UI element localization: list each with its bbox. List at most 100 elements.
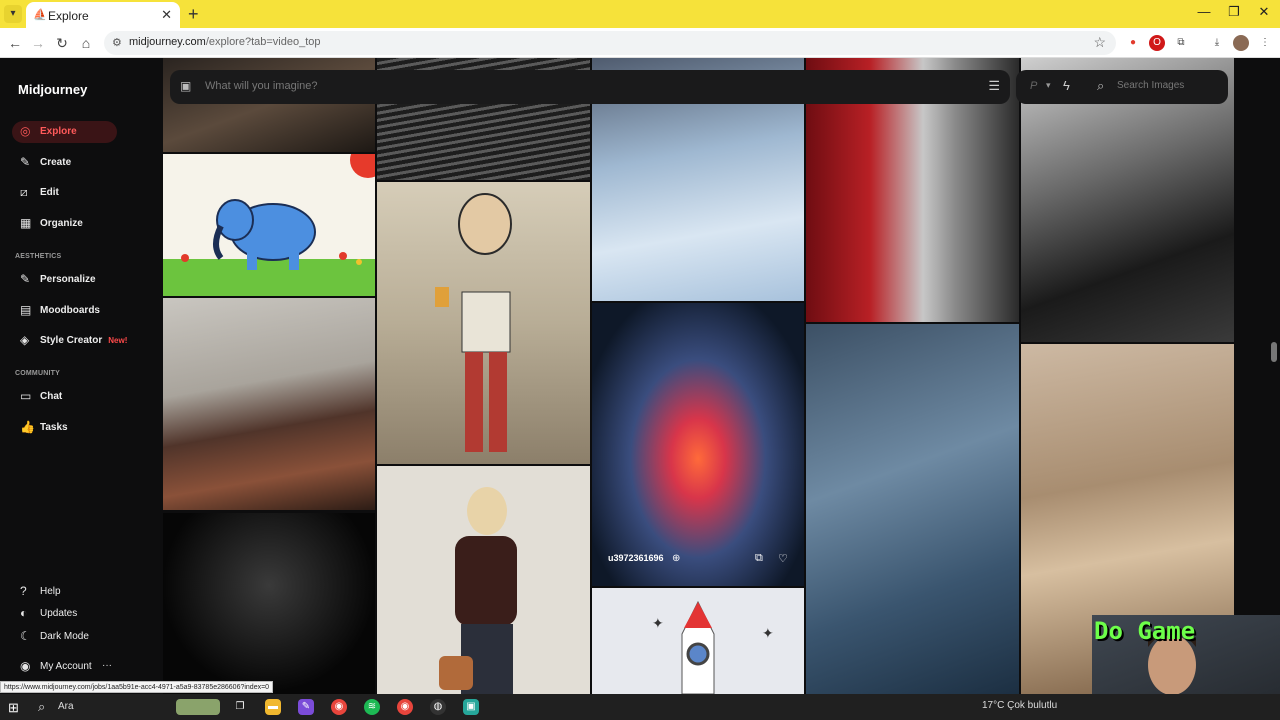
sidebar-item-organize[interactable]: ▦ Organize [12, 213, 117, 235]
back-button[interactable]: ← [5, 33, 25, 53]
taskbar-widget-icon[interactable] [176, 699, 220, 715]
sidebar-item-moodboards[interactable]: ▤ Moodboards [12, 300, 117, 322]
sidebar-item-explore[interactable]: ◎ Explore [12, 121, 117, 143]
fashion-figure [439, 487, 517, 694]
close-window-button[interactable]: ✕ [1254, 4, 1274, 20]
svg-text:✦: ✦ [762, 626, 774, 642]
app-icon[interactable]: ▣ [463, 699, 479, 715]
bookmark-star-icon[interactable]: ☆ [1093, 34, 1106, 51]
forward-button[interactable]: → [28, 33, 48, 53]
gallery-image-hovered[interactable]: u3972361696 ⊕ ⧉ ♡ [592, 303, 804, 586]
grid-icon: ▦ [20, 216, 32, 230]
prompt-bar[interactable]: ▣ What will you imagine? ☰ [170, 70, 1010, 104]
midjourney-app: Midjourney ◎ Explore ✎ Create ⧄ Edit ▦ O… [0, 58, 1280, 694]
chrome-active-icon[interactable]: ◉ [397, 699, 413, 715]
search-icon: ⌕ [1097, 78, 1105, 93]
new-badge: New! [108, 336, 128, 345]
chrome-icon[interactable]: ◉ [331, 699, 347, 715]
restore-button[interactable]: ❐ [1224, 4, 1244, 20]
app-icon[interactable]: ✎ [298, 699, 314, 715]
sidebar-item-label: Tasks [40, 422, 68, 433]
personalize-toggle[interactable]: P [1030, 80, 1037, 92]
home-button[interactable]: ⌂ [76, 33, 96, 53]
sidebar-item-label: My Account [40, 661, 92, 672]
browser-menu-icon[interactable]: ⋮ [1257, 35, 1273, 51]
extension-opera-icon[interactable]: O [1149, 35, 1165, 51]
image-owner-name[interactable]: u3972361696 [608, 553, 664, 563]
section-title-aesthetics: AESTHETICS [15, 253, 62, 260]
gallery-image[interactable] [163, 513, 375, 694]
file-explorer-icon[interactable]: ▬ [265, 699, 281, 715]
sidebar-item-label: Explore [40, 126, 77, 137]
gallery-image[interactable] [377, 182, 590, 464]
tab-title: Explore [48, 9, 89, 23]
page-scrollbar[interactable] [1271, 62, 1277, 692]
style-icon: ◈ [20, 333, 30, 347]
svg-text:✦: ✦ [652, 616, 664, 632]
sidebar-item-chat[interactable]: ▭ Chat [12, 386, 117, 408]
gallery-image[interactable]: ✦ ✦ [592, 588, 804, 694]
url-text: midjourney.com/explore?tab=video_top [129, 36, 321, 48]
sidebar-item-dark-mode[interactable]: ☾ Dark Mode [12, 626, 117, 648]
download-icon[interactable]: ⤓ [1209, 35, 1225, 51]
sidebar-item-tasks[interactable]: 👍 Tasks [12, 417, 117, 439]
sidebar-item-edit[interactable]: ⧄ Edit [12, 182, 117, 204]
task-view-icon[interactable]: ❐ [232, 699, 248, 715]
moodboard-icon: ▤ [20, 303, 32, 317]
sidebar-item-style-creator[interactable]: ◈ Style Creator New! [12, 330, 152, 352]
reload-button[interactable]: ↻ [52, 33, 72, 53]
gallery-image[interactable] [163, 154, 375, 296]
sidebar-item-label: Style Creator New! [40, 335, 128, 346]
lightning-icon[interactable]: ϟ [1063, 78, 1070, 93]
image-upload-icon[interactable]: ▣ [180, 79, 191, 93]
search-input[interactable]: Search Images [1117, 80, 1184, 91]
elephant-drawing [163, 154, 375, 296]
address-bar[interactable]: ⚙ midjourney.com/explore?tab=video_top ☆ [104, 31, 1116, 55]
search-icon[interactable]: ⌕ [38, 699, 45, 715]
browser-tab[interactable]: ⛵ Explore ✕ [26, 2, 180, 28]
filter-search-bar: P ▾ ϟ ⌕ Search Images [1016, 70, 1228, 104]
close-tab-icon[interactable]: ✕ [161, 7, 172, 23]
account-icon: ◉ [20, 659, 31, 673]
collage-figure [435, 193, 512, 452]
extension-flame-icon[interactable]: ● [1125, 35, 1141, 51]
sidebar-item-label: Edit [40, 187, 59, 198]
windows-start-icon[interactable]: ⊞ [8, 700, 19, 716]
prompt-input[interactable]: What will you imagine? [205, 80, 318, 92]
obs-icon[interactable]: ◍ [430, 699, 446, 715]
open-prompt-icon[interactable]: ⧉ [755, 552, 763, 565]
browser-toolbar: ← → ↻ ⌂ ⚙ midjourney.com/explore?tab=vid… [0, 28, 1280, 58]
spotify-icon[interactable]: ≋ [364, 699, 380, 715]
like-heart-icon[interactable]: ♡ [778, 552, 788, 565]
updates-icon: ◐ [20, 606, 28, 620]
profile-avatar[interactable] [1233, 35, 1249, 51]
settings-sliders-icon[interactable]: ☰ [988, 78, 1000, 94]
sidebar-item-help[interactable]: ? Help [12, 581, 117, 603]
rocket-illustration: ✦ ✦ [652, 600, 774, 694]
sidebar-item-label: Personalize [40, 274, 96, 285]
minimize-button[interactable]: — [1194, 4, 1214, 19]
taskbar-search-label[interactable]: Ara [58, 701, 74, 712]
scrollbar-thumb[interactable] [1271, 342, 1277, 362]
gallery-image[interactable] [377, 466, 590, 694]
site-info-icon[interactable]: ⚙ [112, 36, 122, 49]
sidebar-item-personalize[interactable]: ✎ Personalize [12, 269, 117, 291]
follow-plus-icon[interactable]: ⊕ [672, 553, 680, 564]
edit-icon: ⧄ [20, 185, 28, 199]
chevron-down-icon[interactable]: ▾ [1046, 80, 1051, 91]
webcam-text: Do Game [1094, 617, 1196, 645]
account-more-icon[interactable]: ··· [102, 660, 112, 671]
sidebar-item-create[interactable]: ✎ Create [12, 152, 117, 174]
gallery-image[interactable] [806, 324, 1019, 694]
status-bar-url: https://www.midjourney.com/jobs/1aa5b91e… [0, 681, 274, 693]
weather-widget[interactable]: 17°C Çok bulutlu [982, 700, 1057, 711]
new-tab-button[interactable]: + [188, 4, 199, 25]
sidebar-item-label: Help [40, 586, 61, 597]
tab-search-button[interactable]: ▾ [4, 5, 22, 23]
extensions-puzzle-icon[interactable]: ⧉ [1173, 35, 1189, 51]
sidebar-item-updates[interactable]: ◐ Updates [12, 603, 117, 625]
sidebar: Midjourney ◎ Explore ✎ Create ⧄ Edit ▦ O… [0, 58, 158, 694]
brand-logo[interactable]: Midjourney [18, 82, 87, 97]
sidebar-item-label: Organize [40, 218, 83, 229]
gallery-image[interactable] [163, 298, 375, 510]
